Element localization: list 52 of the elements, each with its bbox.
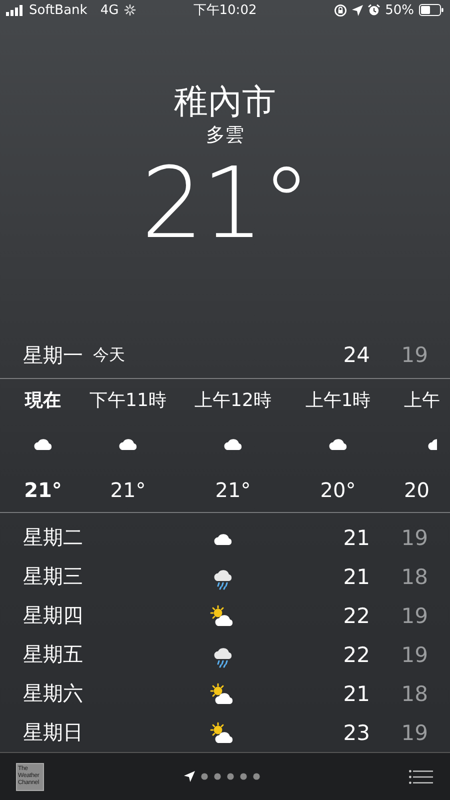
hour-temperature: 21° [24,477,62,504]
day-name: 星期二 [23,524,84,551]
day-name: 星期五 [23,641,84,668]
alarm-clock-icon [368,4,380,16]
loading-spinner-icon [124,4,136,16]
current-temperature: 21° [141,148,309,259]
list-icon[interactable] [409,770,433,784]
rotation-lock-icon [334,4,348,17]
high-temperature: 22 [342,604,370,628]
carrier-name: SoftBank [29,2,88,18]
page-dot-icon[interactable] [227,773,234,780]
low-temperature: 19 [400,604,428,628]
hour-temperature: 20 [404,477,430,504]
page-dot-icon[interactable] [214,773,221,780]
hour-label: 上午1時 [305,389,371,414]
low-temperature: 19 [400,720,428,744]
network-type: 4G [100,2,119,18]
low-temperature: 19 [400,526,428,550]
battery-percentage: 50% [385,2,414,18]
location-arrow-icon[interactable] [184,771,195,782]
hour-label: 下午11時 [90,389,166,414]
high-temperature: 21 [342,564,370,588]
high-temperature: 22 [342,642,370,666]
status-time: 下午10:02 [193,2,257,20]
hour-label: 上午12時 [194,389,272,414]
page-dot-icon[interactable] [240,773,247,780]
low-temperature: 19 [400,642,428,666]
low-temperature: 18 [400,564,428,588]
hour-temperature: 20° [320,477,356,504]
battery-icon [419,4,444,16]
weather-condition: 多雲 [206,122,244,147]
day-name: 星期三 [23,563,84,590]
city-name: 稚內市 [174,80,276,123]
low-temperature: 18 [400,682,428,706]
page-dot-icon[interactable] [201,773,208,780]
high-temperature: 23 [342,720,370,744]
hour-temperature: 21° [215,477,251,504]
page-dot-icon[interactable] [253,773,260,780]
today-label: 今天 [93,344,125,366]
day-name: 星期四 [23,602,84,629]
high-temperature: 24 [342,343,370,368]
high-temperature: 21 [342,526,370,550]
signal-icon [6,4,24,16]
hour-temperature: 21° [110,477,146,504]
high-temperature: 21 [342,682,370,706]
hour-label: 上午 [404,389,440,414]
low-temperature: 19 [400,343,428,368]
location-arrow-icon [352,4,364,16]
hour-label: 現在 [25,389,61,414]
day-name: 星期六 [23,680,84,707]
day-name: 星期一 [23,342,83,369]
day-name: 星期日 [23,719,84,746]
